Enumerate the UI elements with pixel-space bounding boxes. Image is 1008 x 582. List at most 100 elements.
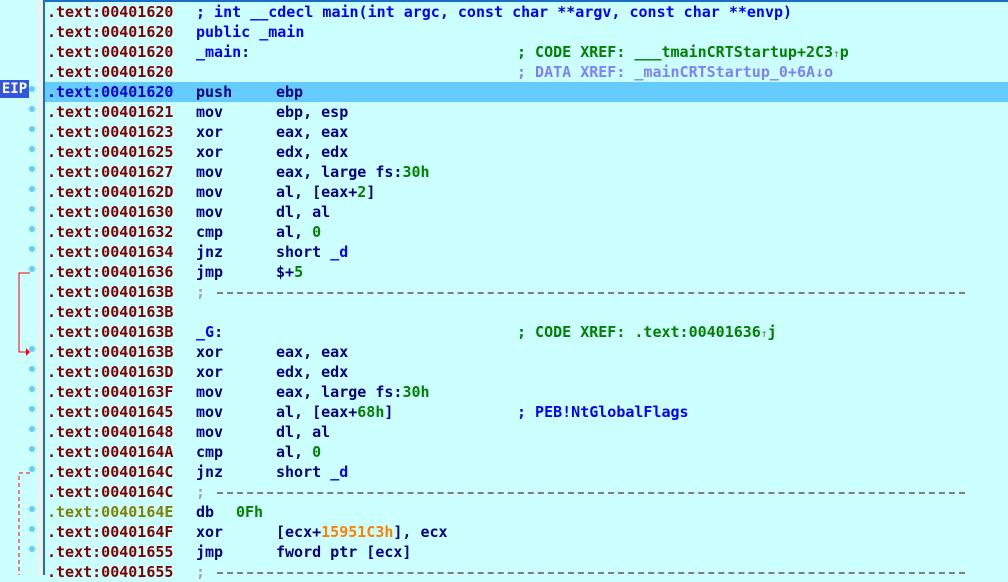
listing-line[interactable]: .text:0040163D xor edx, edx xyxy=(45,362,1008,382)
operand-text: edx, edx xyxy=(276,363,349,381)
listing-line[interactable]: .text:00401623 xor eax, eax xyxy=(45,122,1008,142)
separator-semicolon: ; xyxy=(196,283,206,301)
label-definition[interactable]: _main: xyxy=(196,42,250,62)
label-definition[interactable]: _G: xyxy=(196,322,223,342)
breakpoint-dot[interactable] xyxy=(29,466,35,472)
operand[interactable]: edx, edx xyxy=(276,362,348,382)
mnemonic: mov xyxy=(196,183,224,201)
listing-line[interactable]: .text:0040163B xyxy=(45,302,1008,322)
listing-line[interactable]: .text:00401620 public _main xyxy=(45,22,1008,42)
current-instruction-line[interactable]: .text:00401620 push ebp xyxy=(45,82,1008,102)
breakpoint-dot[interactable] xyxy=(29,526,35,532)
listing-line[interactable]: .text:0040164A cmp al, 0 xyxy=(45,442,1008,462)
mnemonic: mov xyxy=(196,163,224,181)
operand[interactable]: ebp xyxy=(276,82,303,102)
xref-comment[interactable]: ; DATA XREF: _mainCRTStartup_0+6A↓o xyxy=(517,62,833,82)
breakpoint-dot[interactable] xyxy=(29,126,35,132)
operand-text: [ecx+ xyxy=(276,523,322,541)
operand-text: short xyxy=(276,463,331,481)
listing-line[interactable]: .text:0040164C; xyxy=(45,482,1008,502)
address: .text:0040164C xyxy=(47,483,174,501)
listing-line[interactable]: .text:00401636 jmp $+5 xyxy=(45,262,1008,282)
operand[interactable]: dl, al xyxy=(276,202,330,222)
listing-line[interactable]: .text:0040163B _G: ; CODE XREF: .text:0040… xyxy=(45,322,1008,342)
listing-line[interactable]: .text:0040162D mov al, [eax+2] xyxy=(45,182,1008,202)
xref-comment[interactable]: ; CODE XREF: .text:00401636↑j xyxy=(517,322,777,344)
operand[interactable]: [ecx+15951C3h], ecx xyxy=(276,522,448,542)
breakpoint-dot[interactable] xyxy=(29,426,35,432)
address: .text:0040163B xyxy=(47,323,174,341)
operand[interactable]: al, 0 xyxy=(276,222,321,242)
listing-line[interactable]: .text:00401630 mov dl, al xyxy=(45,202,1008,222)
listing-line[interactable]: .text:00401655; xyxy=(45,562,1008,582)
operand[interactable]: dl, al xyxy=(276,422,330,442)
breakpoint-dot[interactable] xyxy=(29,86,35,92)
breakpoint-dot[interactable] xyxy=(29,106,35,112)
breakpoint-dot[interactable] xyxy=(29,366,35,372)
xref-type: p xyxy=(839,43,849,61)
mnemonic: mov xyxy=(196,383,224,401)
breakpoint-dot[interactable] xyxy=(29,546,35,552)
operand[interactable]: eax, large fs:30h xyxy=(276,382,430,402)
arrow-gutter: EIP xyxy=(0,0,38,575)
public-directive: public _main xyxy=(196,23,305,41)
breakpoint-dot[interactable] xyxy=(29,146,35,152)
listing-line[interactable]: .text:00401634 jnz short _d xyxy=(45,242,1008,262)
operand-text: ebp, esp xyxy=(276,103,349,121)
operand-text: dl, al xyxy=(276,203,331,221)
operand[interactable]: $+5 xyxy=(276,262,303,282)
xref-type: j xyxy=(767,323,777,341)
breakpoint-dot[interactable] xyxy=(29,186,35,192)
listing-line[interactable]: .text:0040164C jnz short _d xyxy=(45,462,1008,482)
label-colon: : xyxy=(241,43,251,61)
listing-line[interactable]: .text:00401620 ; DATA XREF: _mainCRTStart… xyxy=(45,62,1008,82)
xref-direction-icon: ↑ xyxy=(833,47,840,60)
operand-number: 0Fh xyxy=(236,503,264,521)
operand[interactable]: eax, large fs:30h xyxy=(276,162,430,182)
operand-text: eax, eax xyxy=(276,343,349,361)
operand[interactable]: fword ptr [ecx] xyxy=(276,542,411,562)
listing-line[interactable]: .text:00401645 mov al, [eax+68h] ; PEB!NtGl… xyxy=(45,402,1008,422)
breakpoint-dot[interactable] xyxy=(29,226,35,232)
breakpoint-dot[interactable] xyxy=(29,406,35,412)
disassembly-listing[interactable]: .text:00401620 ; int __cdecl main(int arg… xyxy=(43,0,1008,581)
listing-line[interactable]: .text:0040163B; xyxy=(45,282,1008,302)
xref-comment[interactable]: ; CODE XREF: ___tmainCRTStartup+2C3↑p xyxy=(517,42,849,64)
operand-text: dl, al xyxy=(276,423,331,441)
breakpoint-dot[interactable] xyxy=(29,246,35,252)
operand[interactable]: 0Fh xyxy=(236,502,263,522)
breakpoint-dot[interactable] xyxy=(29,166,35,172)
listing-line[interactable]: .text:00401621 mov ebp, esp xyxy=(45,102,1008,122)
operand[interactable]: short _d xyxy=(276,242,348,262)
operand-label: _d xyxy=(330,243,349,261)
listing-line[interactable]: .text:0040164F xor [ecx+15951C3h], ecx xyxy=(45,522,1008,542)
listing-line[interactable]: .text:00401655 jmp fword ptr [ecx] xyxy=(45,542,1008,562)
operand[interactable]: edx, edx xyxy=(276,142,348,162)
listing-line[interactable]: .text:00401627 mov eax, large fs:30h xyxy=(45,162,1008,182)
operand[interactable]: ebp, esp xyxy=(276,102,348,122)
mnemonic: mov xyxy=(196,403,224,421)
operand[interactable]: al, [eax+68h] xyxy=(276,402,393,422)
breakpoint-dot[interactable] xyxy=(29,346,35,352)
breakpoint-dot[interactable] xyxy=(29,206,35,212)
operand[interactable]: short _d xyxy=(276,462,348,482)
listing-line[interactable]: .text:00401625 xor edx, edx xyxy=(45,142,1008,162)
operand[interactable]: eax, eax xyxy=(276,342,348,362)
listing-line[interactable]: .text:00401648 mov dl, al xyxy=(45,422,1008,442)
listing-line[interactable]: .text:0040163F mov eax, large fs:30h xyxy=(45,382,1008,402)
breakpoint-dot[interactable] xyxy=(29,446,35,452)
breakpoint-dot[interactable] xyxy=(29,266,35,272)
operand[interactable]: al, [eax+2] xyxy=(276,182,375,202)
breakpoint-dot[interactable] xyxy=(29,386,35,392)
listing-line[interactable]: .text:00401620 ; int __cdecl main(int arg… xyxy=(45,2,1008,22)
listing-line[interactable]: .text:0040163B xor eax, eax xyxy=(45,342,1008,362)
operand[interactable]: eax, eax xyxy=(276,122,348,142)
listing-line[interactable]: .text:00401632 cmp al, 0 xyxy=(45,222,1008,242)
mnemonic: jmp xyxy=(196,543,224,561)
operand-tail: ], ecx xyxy=(393,523,448,541)
breakpoint-dot[interactable] xyxy=(29,506,35,512)
listing-line[interactable]: .text:00401620 _main: ; CODE XREF: ___tmai… xyxy=(45,42,1008,62)
operand[interactable]: al, 0 xyxy=(276,442,321,462)
xref-kind: ; CODE XREF: xyxy=(517,43,635,61)
listing-line[interactable]: .text:0040164E db 0Fh xyxy=(45,502,1008,522)
